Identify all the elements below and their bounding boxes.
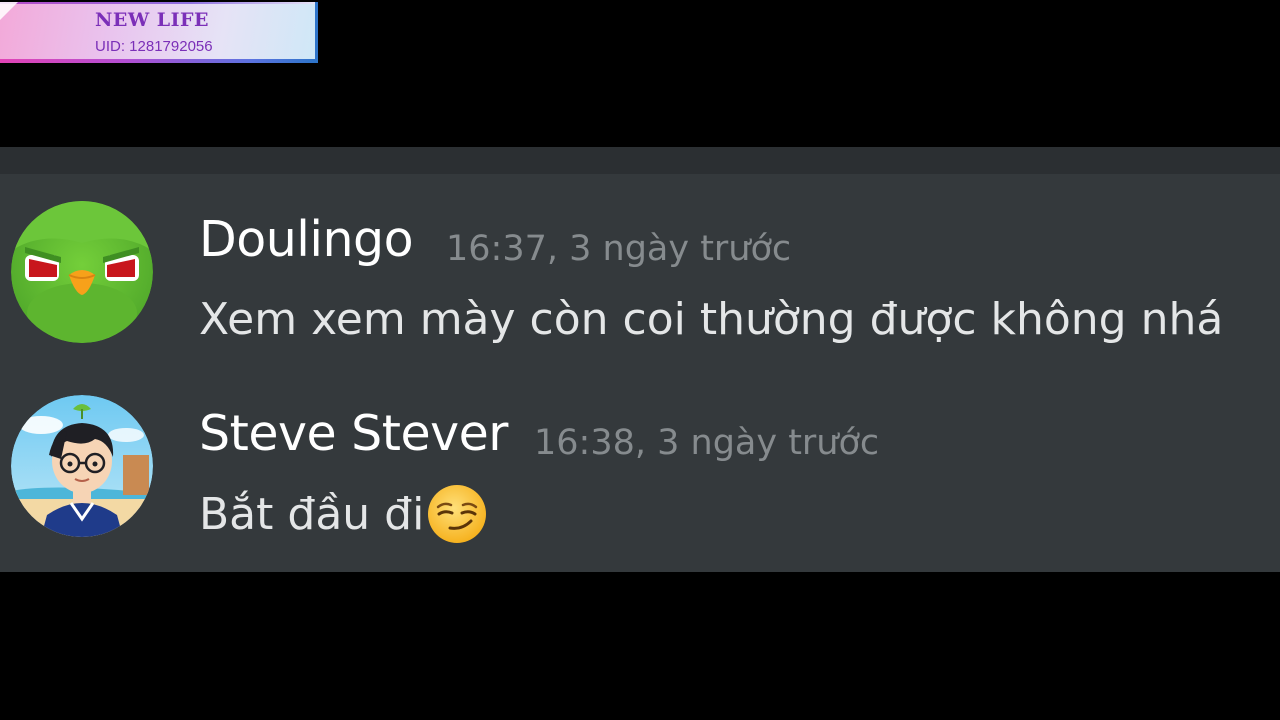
badge-name: NEW LIFE — [95, 9, 210, 31]
message-author[interactable]: Steve Stever — [199, 405, 508, 462]
chat-message: Steve Stever 16:38, 3 ngày trước Bắt đầu… — [0, 393, 1280, 543]
profile-badge-overlay: NEW LIFE UID: 1281792056 — [0, 2, 318, 63]
message-text: Bắt đầu đi — [199, 483, 488, 545]
message-timestamp: 16:38, 3 ngày trước — [534, 423, 880, 463]
message-timestamp: 16:37, 3 ngày trước — [446, 229, 792, 269]
message-text-content: Xem xem mày còn coi thường được không nh… — [199, 294, 1224, 345]
message-text-content: Bắt đầu đi — [199, 488, 425, 540]
cartoon-boy-avatar-icon[interactable] — [11, 395, 153, 537]
screen: NEW LIFE UID: 1281792056 Doulingo 16:37,… — [0, 0, 1280, 720]
smirking-face-emoji — [426, 483, 488, 545]
duolingo-owl-icon[interactable] — [11, 201, 153, 343]
chat-panel: Doulingo 16:37, 3 ngày trước Xem xem mày… — [0, 147, 1280, 572]
chat-message: Doulingo 16:37, 3 ngày trước Xem xem mày… — [0, 199, 1280, 349]
chat-top-strip — [0, 147, 1280, 174]
badge-corner-decoration — [0, 2, 18, 20]
message-author[interactable]: Doulingo — [199, 211, 414, 268]
message-text: Xem xem mày còn coi thường được không nh… — [199, 294, 1223, 345]
badge-uid: UID: 1281792056 — [95, 38, 213, 55]
